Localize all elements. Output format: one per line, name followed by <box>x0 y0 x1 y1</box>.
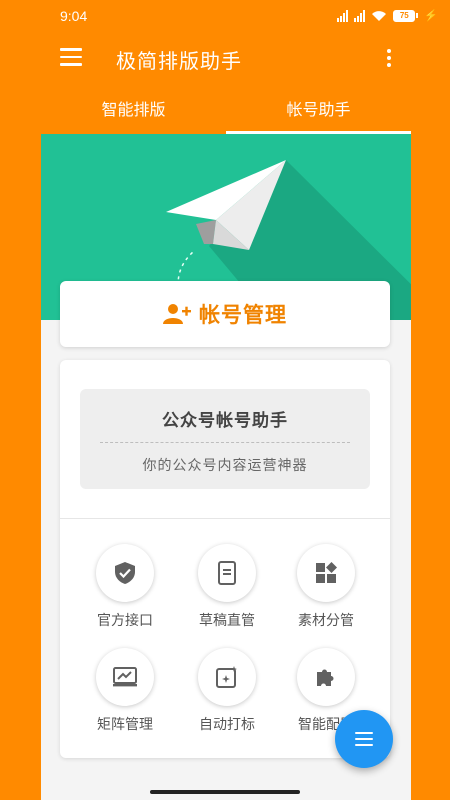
grid-label: 官方接口 <box>97 613 153 629</box>
puzzle-icon <box>317 669 334 686</box>
fab-menu-button[interactable] <box>335 710 393 768</box>
auto-tag-icon <box>216 666 237 688</box>
grid-item-material-management[interactable]: 素材分管 <box>276 544 376 634</box>
card-divider <box>60 518 390 519</box>
status-time: 9:04 <box>60 8 88 24</box>
grid-label: 矩阵管理 <box>97 717 153 733</box>
hamburger-menu-icon[interactable] <box>60 48 82 66</box>
add-user-icon <box>163 304 191 324</box>
tab-smart-layout[interactable]: 智能排版 <box>41 86 226 134</box>
info-box: 公众号帐号助手 你的公众号内容运营神器 <box>80 389 370 489</box>
grid-item-auto-tagging[interactable]: 自动打标 <box>177 648 277 738</box>
status-icons: 75 ⚡ <box>337 9 438 22</box>
charging-icon: ⚡ <box>424 10 438 22</box>
app-bar: 极简排版助手 <box>0 34 450 84</box>
shield-check-icon <box>115 562 135 584</box>
battery-icon: 75 <box>393 9 419 22</box>
grid-item-official-api[interactable]: 官方接口 <box>75 544 175 634</box>
trending-screen-icon <box>113 667 137 687</box>
info-title: 公众号帐号助手 <box>162 411 288 431</box>
features-card: 公众号帐号助手 你的公众号内容运营神器 官方接口 草稿直管 素材分管 矩阵管理 … <box>60 360 390 758</box>
grid-label: 素材分管 <box>298 613 354 629</box>
tab-bar: 智能排版 帐号助手 <box>41 86 411 134</box>
grid-item-matrix-management[interactable]: 矩阵管理 <box>75 648 175 738</box>
document-icon <box>218 561 236 585</box>
app-title: 极简排版助手 <box>116 49 242 73</box>
grid-label: 草稿直管 <box>199 613 255 629</box>
status-bar: 9:04 75 ⚡ <box>0 0 450 34</box>
official-api-button[interactable] <box>96 544 154 602</box>
signal-icon <box>354 9 366 22</box>
material-management-button[interactable] <box>297 544 355 602</box>
auto-tagging-button[interactable] <box>198 648 256 706</box>
list-menu-icon <box>355 728 373 750</box>
account-management-label: 帐号管理 <box>199 303 287 327</box>
smart-config-button[interactable] <box>297 648 355 706</box>
home-indicator[interactable] <box>150 790 300 794</box>
info-subtitle: 你的公众号内容运营神器 <box>142 458 308 474</box>
grid-label: 自动打标 <box>199 717 255 733</box>
account-management-card[interactable]: 帐号管理 <box>60 281 390 347</box>
matrix-management-button[interactable] <box>96 648 154 706</box>
battery-level: 75 <box>393 9 416 22</box>
app-panel: 智能排版 帐号助手 帐号管理 公众号帐号助手 你的公众号内容运营神器 官方接口 … <box>41 86 411 800</box>
more-vertical-icon[interactable] <box>384 47 394 69</box>
dashed-divider <box>100 442 350 443</box>
wifi-icon <box>372 10 387 21</box>
draft-management-button[interactable] <box>198 544 256 602</box>
grid-item-draft-management[interactable]: 草稿直管 <box>177 544 277 634</box>
tab-account-assistant[interactable]: 帐号助手 <box>226 86 411 134</box>
signal-icon <box>337 9 349 22</box>
widgets-icon <box>316 562 337 583</box>
